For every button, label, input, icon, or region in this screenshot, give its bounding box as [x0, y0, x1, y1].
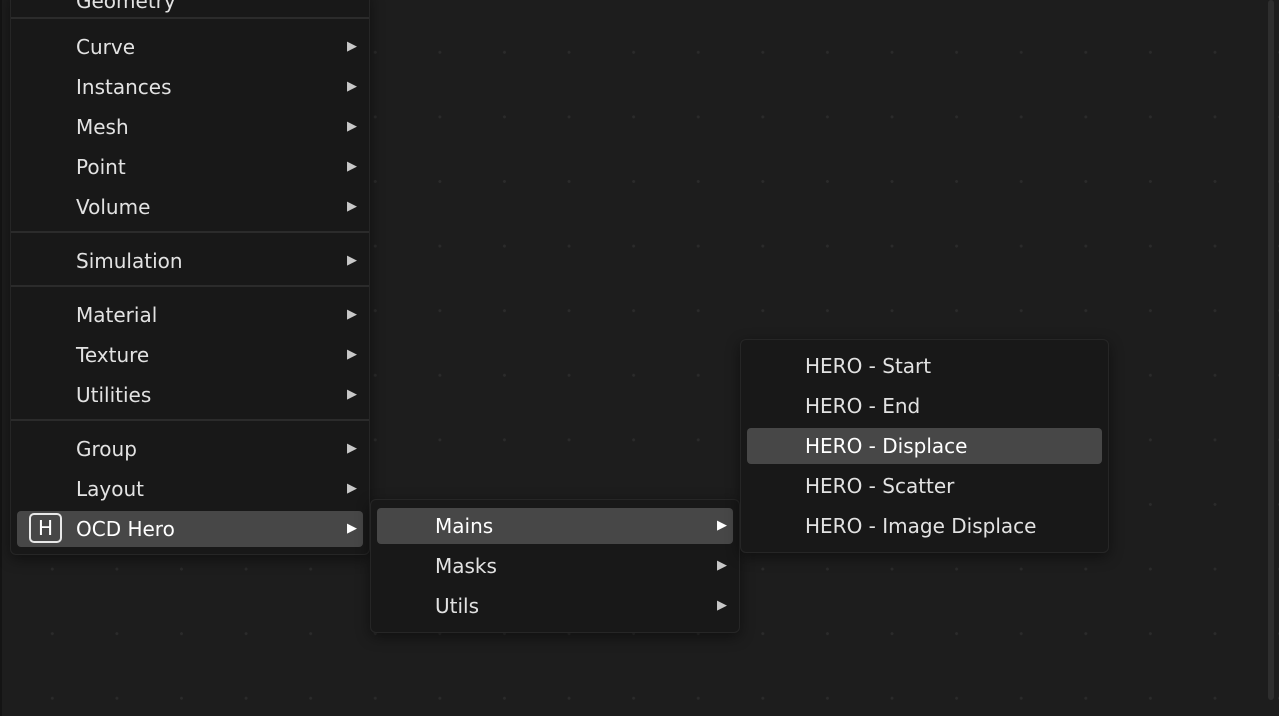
menu-item-label: HERO - Scatter — [805, 474, 955, 498]
menu-item-label: Simulation — [76, 249, 183, 273]
ocd-hero-submenu: Mains ▶ Masks ▶ Utils ▶ — [370, 499, 740, 633]
submenu-arrow-icon: ▶ — [347, 307, 357, 322]
menu-item-layout[interactable]: Layout ▶ — [17, 471, 363, 507]
submenu-arrow-icon: ▶ — [347, 39, 357, 54]
menu-item-label: Layout — [76, 477, 144, 501]
menu-item-instances[interactable]: Instances ▶ — [17, 69, 363, 105]
submenu-arrow-icon: ▶ — [717, 518, 727, 533]
menu-item-group[interactable]: Group ▶ — [17, 431, 363, 467]
menu-item-label: Curve — [76, 35, 136, 59]
menu-item-curve[interactable]: Curve ▶ — [17, 29, 363, 65]
menu-item-label: Mesh — [76, 115, 129, 139]
menu-item-point[interactable]: Point ▶ — [17, 149, 363, 185]
menu-item-label: Masks — [435, 554, 497, 578]
menu-item-label: Group — [76, 437, 137, 461]
submenu-arrow-icon: ▶ — [347, 119, 357, 134]
menu-item-mesh[interactable]: Mesh ▶ — [17, 109, 363, 145]
menu-item-simulation[interactable]: Simulation ▶ — [17, 243, 363, 279]
submenu-arrow-icon: ▶ — [347, 79, 357, 94]
submenu-item-mains[interactable]: Mains ▶ — [377, 508, 733, 544]
menu-item-volume[interactable]: Volume ▶ — [17, 189, 363, 225]
menu-item-utilities[interactable]: Utilities ▶ — [17, 377, 363, 413]
menu-item-label: Point — [76, 155, 126, 179]
submenu-item-hero-image-displace[interactable]: HERO - Image Displace — [747, 508, 1102, 544]
menu-item-label: Mains — [435, 514, 494, 538]
submenu-arrow-icon: ▶ — [347, 199, 357, 214]
menu-item-label: Utilities — [76, 383, 152, 407]
submenu-arrow-icon: ▶ — [347, 387, 357, 402]
submenu-arrow-icon: ▶ — [347, 159, 357, 174]
menu-item-label: Volume — [76, 195, 151, 219]
submenu-item-hero-displace[interactable]: HERO - Displace — [747, 428, 1102, 464]
menu-item-texture[interactable]: Texture ▶ — [17, 337, 363, 373]
submenu-item-hero-start[interactable]: HERO - Start — [747, 348, 1102, 384]
submenu-arrow-icon: ▶ — [717, 558, 727, 573]
submenu-item-hero-scatter[interactable]: HERO - Scatter — [747, 468, 1102, 504]
submenu-arrow-icon: ▶ — [347, 441, 357, 456]
submenu-item-hero-end[interactable]: HERO - End — [747, 388, 1102, 424]
submenu-arrow-icon: ▶ — [717, 598, 727, 613]
editor-scrollbar[interactable] — [1268, 0, 1274, 700]
menu-item-label: Instances — [76, 75, 172, 99]
add-menu: Geometry Curve ▶ Instances ▶ Mesh ▶ Poin… — [10, 0, 370, 555]
hero-addon-icon: H — [29, 513, 62, 543]
submenu-arrow-icon: ▶ — [347, 253, 357, 268]
submenu-item-masks[interactable]: Masks ▶ — [377, 548, 733, 584]
menu-separator — [11, 419, 369, 421]
submenu-arrow-icon: ▶ — [347, 481, 357, 496]
menu-item-label: HERO - End — [805, 394, 921, 418]
menu-separator — [11, 285, 369, 287]
menu-item-label: Texture — [76, 343, 150, 367]
menu-separator — [11, 17, 369, 19]
menu-item-material[interactable]: Material ▶ — [17, 297, 363, 333]
menu-separator — [11, 231, 369, 233]
menu-item-label: OCD Hero — [76, 517, 175, 541]
submenu-item-utils[interactable]: Utils ▶ — [377, 588, 733, 624]
submenu-arrow-icon: ▶ — [347, 521, 357, 536]
editor-left-edge — [0, 0, 2, 716]
submenu-arrow-icon: ▶ — [347, 347, 357, 362]
menu-item-label: Material — [76, 303, 158, 327]
mains-submenu: HERO - Start HERO - End HERO - Displace … — [740, 339, 1109, 553]
menu-item-label: Utils — [435, 594, 480, 618]
menu-item-label: HERO - Displace — [805, 434, 968, 458]
menu-item-ocd-hero[interactable]: H OCD Hero ▶ — [17, 511, 363, 547]
menu-item-label: HERO - Image Displace — [805, 514, 1037, 538]
menu-item-label: HERO - Start — [805, 354, 932, 378]
